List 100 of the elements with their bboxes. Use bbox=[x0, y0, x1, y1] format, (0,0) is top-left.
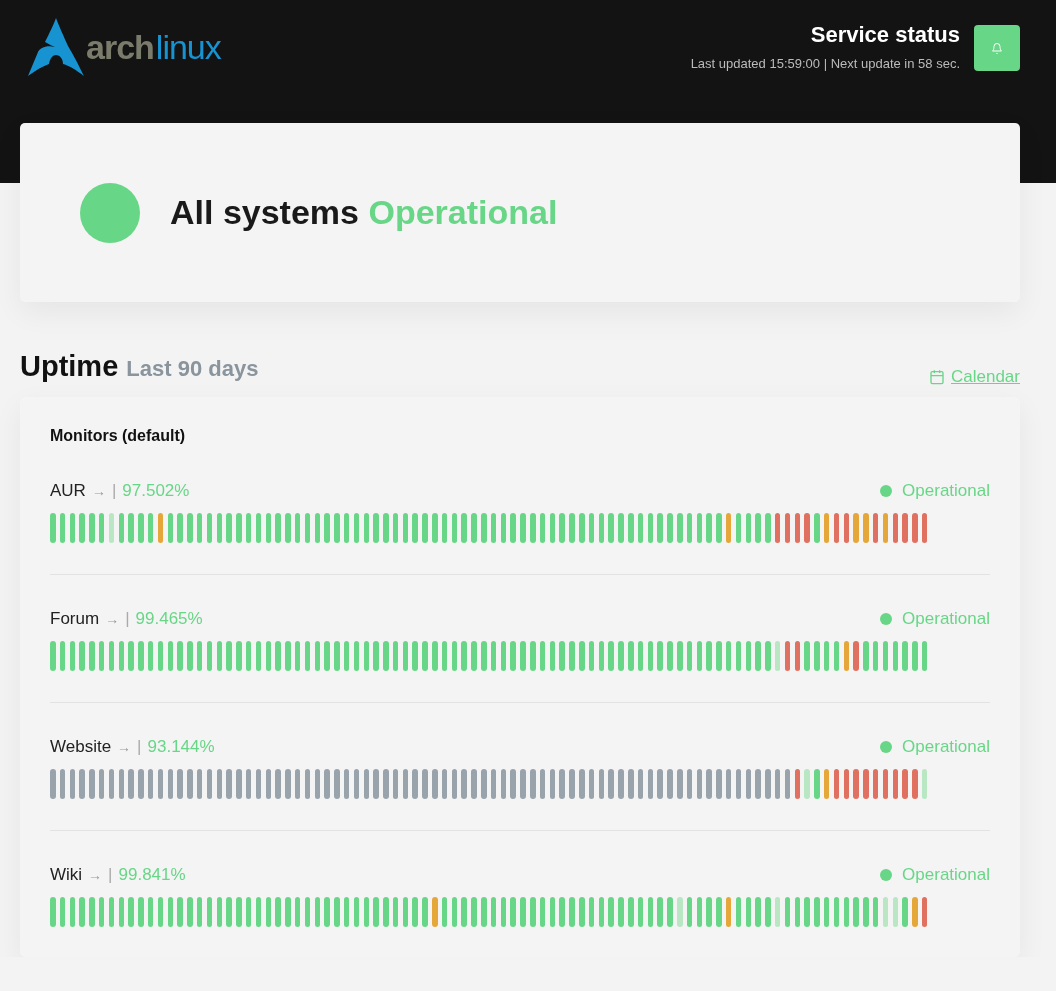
uptime-bar[interactable] bbox=[510, 641, 516, 671]
uptime-bar[interactable] bbox=[706, 769, 712, 799]
uptime-bar[interactable] bbox=[216, 897, 223, 927]
uptime-bar[interactable] bbox=[236, 769, 242, 799]
uptime-bar[interactable] bbox=[187, 513, 193, 543]
uptime-bar[interactable] bbox=[804, 513, 810, 543]
uptime-bar[interactable] bbox=[863, 897, 869, 927]
uptime-bar[interactable] bbox=[774, 769, 781, 799]
uptime-bar[interactable] bbox=[294, 641, 301, 671]
uptime-bar[interactable] bbox=[765, 769, 771, 799]
uptime-bar[interactable] bbox=[265, 513, 272, 543]
uptime-bar[interactable] bbox=[383, 641, 389, 671]
uptime-bar[interactable] bbox=[441, 769, 448, 799]
uptime-bar[interactable] bbox=[50, 897, 56, 927]
uptime-bar[interactable] bbox=[99, 897, 105, 927]
uptime-bar[interactable] bbox=[579, 897, 585, 927]
uptime-bar[interactable] bbox=[608, 513, 614, 543]
uptime-bar[interactable] bbox=[294, 513, 301, 543]
uptime-bar[interactable] bbox=[559, 769, 565, 799]
uptime-bar[interactable] bbox=[530, 513, 536, 543]
monitor-name[interactable]: Website bbox=[50, 737, 112, 757]
uptime-bar[interactable] bbox=[490, 513, 497, 543]
uptime-bar[interactable] bbox=[432, 513, 438, 543]
uptime-bar[interactable] bbox=[373, 641, 379, 671]
uptime-bar[interactable] bbox=[902, 897, 908, 927]
uptime-bar[interactable] bbox=[138, 769, 144, 799]
uptime-bar[interactable] bbox=[226, 769, 232, 799]
uptime-bar[interactable] bbox=[245, 513, 252, 543]
uptime-bar[interactable] bbox=[490, 641, 497, 671]
uptime-bar[interactable] bbox=[363, 769, 369, 799]
uptime-bar[interactable] bbox=[549, 769, 556, 799]
uptime-bar[interactable] bbox=[451, 513, 458, 543]
uptime-bar[interactable] bbox=[657, 769, 663, 799]
uptime-bar[interactable] bbox=[481, 513, 487, 543]
uptime-bar[interactable] bbox=[833, 641, 840, 671]
uptime-bar[interactable] bbox=[520, 641, 526, 671]
uptime-bar[interactable] bbox=[402, 897, 409, 927]
uptime-bar[interactable] bbox=[500, 641, 507, 671]
uptime-bar[interactable] bbox=[255, 513, 262, 543]
uptime-bar[interactable] bbox=[69, 897, 76, 927]
notification-button[interactable] bbox=[974, 25, 1020, 71]
uptime-bar[interactable] bbox=[882, 897, 889, 927]
uptime-bar[interactable] bbox=[843, 641, 850, 671]
uptime-bar[interactable] bbox=[559, 513, 565, 543]
uptime-bar[interactable] bbox=[314, 641, 320, 671]
uptime-bar[interactable] bbox=[255, 897, 262, 927]
uptime-bar[interactable] bbox=[353, 769, 360, 799]
uptime-bar[interactable] bbox=[118, 513, 125, 543]
uptime-bar[interactable] bbox=[549, 641, 556, 671]
uptime-bar[interactable] bbox=[814, 769, 820, 799]
uptime-bar[interactable] bbox=[921, 513, 928, 543]
uptime-bar[interactable] bbox=[706, 641, 712, 671]
uptime-bar[interactable] bbox=[471, 641, 477, 671]
uptime-bar[interactable] bbox=[157, 897, 164, 927]
uptime-bar[interactable] bbox=[520, 769, 526, 799]
uptime-bar[interactable] bbox=[177, 641, 183, 671]
uptime-bar[interactable] bbox=[402, 769, 409, 799]
uptime-bar[interactable] bbox=[138, 513, 144, 543]
uptime-bar[interactable] bbox=[471, 897, 477, 927]
uptime-bar[interactable] bbox=[324, 769, 330, 799]
uptime-bar[interactable] bbox=[383, 513, 389, 543]
uptime-bar[interactable] bbox=[392, 641, 399, 671]
uptime-bar[interactable] bbox=[647, 513, 654, 543]
uptime-bar[interactable] bbox=[226, 513, 232, 543]
uptime-bar[interactable] bbox=[912, 513, 918, 543]
uptime-bar[interactable] bbox=[872, 513, 879, 543]
uptime-bar[interactable] bbox=[530, 641, 536, 671]
uptime-bar[interactable] bbox=[804, 769, 810, 799]
uptime-bar[interactable] bbox=[843, 769, 850, 799]
uptime-bar[interactable] bbox=[187, 897, 193, 927]
uptime-bar[interactable] bbox=[383, 897, 389, 927]
uptime-bar[interactable] bbox=[177, 897, 183, 927]
uptime-bar[interactable] bbox=[275, 513, 281, 543]
uptime-bar[interactable] bbox=[79, 769, 85, 799]
uptime-bar[interactable] bbox=[726, 769, 732, 799]
uptime-bar[interactable] bbox=[598, 897, 605, 927]
uptime-bar[interactable] bbox=[912, 897, 918, 927]
uptime-bar[interactable] bbox=[285, 897, 291, 927]
uptime-bar[interactable] bbox=[863, 641, 869, 671]
uptime-bar[interactable] bbox=[500, 769, 507, 799]
uptime-bar[interactable] bbox=[50, 513, 56, 543]
uptime-bar[interactable] bbox=[324, 897, 330, 927]
uptime-bar[interactable] bbox=[510, 897, 516, 927]
uptime-bar[interactable] bbox=[765, 513, 771, 543]
uptime-bar[interactable] bbox=[314, 897, 320, 927]
uptime-bar[interactable] bbox=[814, 513, 820, 543]
uptime-bar[interactable] bbox=[451, 769, 458, 799]
uptime-bar[interactable] bbox=[872, 897, 879, 927]
uptime-bar[interactable] bbox=[89, 769, 95, 799]
uptime-bar[interactable] bbox=[598, 641, 605, 671]
uptime-bar[interactable] bbox=[363, 513, 369, 543]
uptime-bar[interactable] bbox=[59, 513, 66, 543]
uptime-bar[interactable] bbox=[637, 641, 644, 671]
uptime-bar[interactable] bbox=[667, 513, 673, 543]
uptime-bar[interactable] bbox=[285, 769, 291, 799]
monitor-name[interactable]: Forum bbox=[50, 609, 100, 629]
uptime-bar[interactable] bbox=[128, 897, 134, 927]
uptime-bar[interactable] bbox=[726, 513, 732, 543]
uptime-bar[interactable] bbox=[275, 769, 281, 799]
uptime-bar[interactable] bbox=[618, 897, 624, 927]
